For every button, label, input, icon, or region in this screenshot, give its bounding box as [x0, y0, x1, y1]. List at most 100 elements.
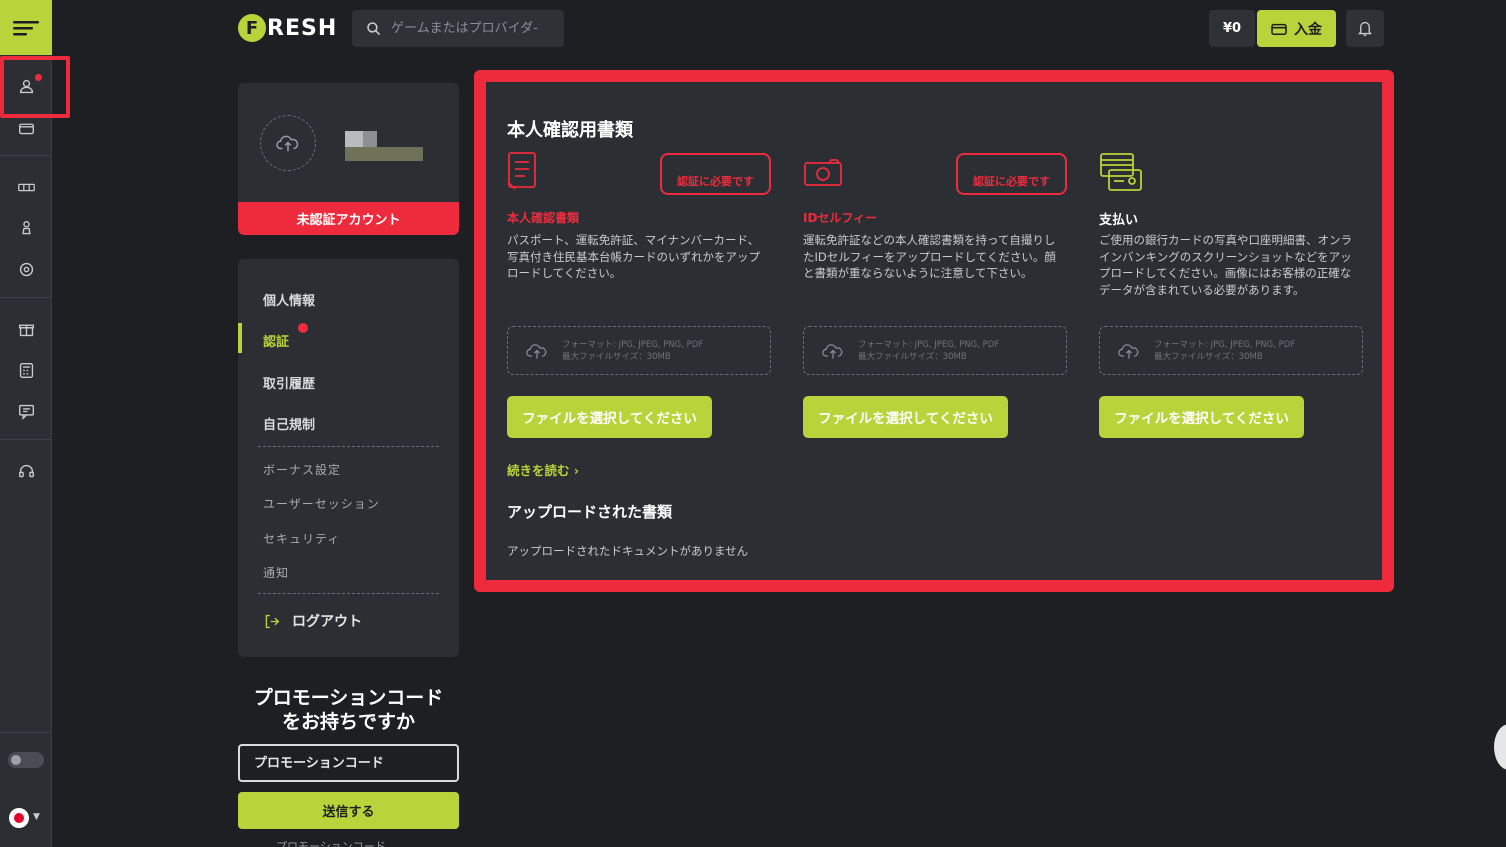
dropzone-format: フォーマット: JPG, JPEG, PNG, PDF [562, 339, 704, 350]
nav-notifications[interactable]: 通知 [263, 564, 289, 581]
chat-widget-button[interactable] [1494, 724, 1506, 770]
logout-label: ログアウト [292, 614, 362, 630]
promo-title: プロモーションコード をお持ちですか [238, 686, 459, 734]
rail-divider [0, 732, 52, 733]
logo-mark: F [238, 14, 266, 42]
page-title: 本人確認用書類 [507, 120, 633, 141]
slot-machine-icon [17, 183, 35, 191]
wallet-rail-button[interactable] [0, 114, 52, 142]
read-more-link[interactable]: 続きを読む › [507, 460, 579, 479]
dropzone-info: フォーマット: JPG, JPEG, PNG, PDF 最大ファイルサイズ：30… [1154, 339, 1295, 363]
active-indicator [238, 323, 242, 353]
news-rail-button[interactable] [0, 397, 52, 425]
avatar-upload[interactable] [260, 115, 316, 171]
promo-title-line1: プロモーションコード [253, 687, 444, 709]
promo-footer-text: プロモーションコード... [276, 840, 397, 847]
deposit-label: 入金 [1294, 21, 1322, 38]
blurred-username [345, 131, 423, 163]
rail-highlight-frame [0, 56, 70, 118]
cloud-upload-icon [526, 343, 547, 359]
column-description: パスポート、運転免許証、マイナンバーカード、写真付き住民基本台帳カードのいずれか… [507, 233, 760, 280]
uploaded-documents-empty: アップロードされたドキュメントがありません [507, 544, 749, 558]
language-flag-icon[interactable] [9, 808, 29, 828]
column-description: ご使用の銀行カードの写真や口座明細書、オンラインバンキングのスクリーンショットな… [1099, 233, 1352, 297]
dropzone-format: フォーマット: JPG, JPEG, PNG, PDF [1154, 339, 1296, 350]
logo-text: RESH [267, 15, 338, 41]
nav-verification[interactable]: 認証 [263, 331, 289, 350]
wallet-icon [1271, 23, 1287, 35]
chat-board-icon [18, 404, 34, 420]
required-badge: 認証に必要です [956, 153, 1067, 195]
balance-display[interactable]: ¥0 [1209, 10, 1255, 47]
support-rail-button[interactable] [0, 457, 52, 485]
nav-self-exclusion[interactable]: 自己規制 [263, 414, 315, 433]
logout-button[interactable]: ログアウト [263, 611, 362, 631]
choose-file-button[interactable]: ファイルを選択してください [803, 396, 1008, 438]
file-dropzone[interactable]: フォーマット: JPG, JPEG, PNG, PDF 最大ファイルサイズ：30… [1099, 326, 1363, 375]
nav-personal-info[interactable]: 個人情報 [263, 290, 315, 309]
gift-icon [18, 324, 34, 336]
nav-transaction-history[interactable]: 取引履歴 [263, 373, 315, 392]
account-sidenav: 個人情報 認証 取引履歴 自己規制 ボーナス設定 ユーザーセッション セキュリテ… [238, 259, 459, 657]
dropzone-size: 最大ファイルサイズ：30MB [1154, 351, 1263, 362]
ball-icon [19, 262, 33, 276]
nav-divider [258, 593, 439, 594]
nav-divider [258, 446, 439, 447]
site-logo[interactable]: F RESH [238, 14, 337, 42]
slots-rail-button[interactable] [0, 173, 52, 201]
dropzone-format: フォーマット: JPG, JPEG, PNG, PDF [858, 339, 1000, 350]
column-heading: 本人確認書類 [507, 211, 580, 225]
promo-title-line2: をお持ちですか [281, 711, 415, 733]
sports-rail-button[interactable] [0, 255, 52, 283]
file-dropzone[interactable]: フォーマット: JPG, JPEG, PNG, PDF 最大ファイルサイズ：30… [803, 326, 1067, 375]
rail-divider [0, 155, 52, 156]
live-casino-rail-button[interactable] [0, 214, 52, 242]
rail-divider [0, 439, 52, 440]
menu-button[interactable] [0, 0, 52, 55]
column-heading: IDセルフィー [803, 211, 878, 225]
tournaments-rail-button[interactable] [0, 356, 52, 384]
required-badge: 認証に必要です [660, 153, 771, 195]
rail-divider [0, 297, 52, 298]
chess-pawn-icon [21, 220, 31, 234]
left-rail: ▼ [0, 0, 52, 847]
unverified-account-banner: 未認証アカウント [238, 202, 459, 235]
column-description: 運転免許証などの本人確認書類を持って自撮りしたIDセルフィーをアップロードしてく… [803, 233, 1056, 280]
file-dropzone[interactable]: フォーマット: JPG, JPEG, PNG, PDF 最大ファイルサイズ：30… [507, 326, 771, 375]
dropzone-info: フォーマット: JPG, JPEG, PNG, PDF 最大ファイルサイズ：30… [858, 339, 999, 363]
verification-alert-dot [298, 323, 308, 333]
search-input[interactable] [391, 21, 551, 36]
wallet-icon [18, 123, 34, 134]
calculator-icon [19, 362, 33, 378]
dropzone-size: 最大ファイルサイズ：30MB [858, 351, 967, 362]
chevron-down-icon[interactable]: ▼ [33, 812, 40, 822]
payment-card-icon [1099, 150, 1143, 196]
uploaded-documents-title: アップロードされた書類 [507, 503, 673, 521]
notifications-button[interactable] [1346, 10, 1384, 47]
logout-icon [265, 614, 280, 628]
promo-code-input[interactable] [238, 744, 459, 782]
search-box[interactable] [352, 10, 564, 47]
hamburger-icon [13, 20, 39, 35]
cloud-upload-icon [276, 135, 299, 152]
search-icon [367, 21, 381, 35]
cloud-upload-icon [1118, 343, 1139, 359]
headset-icon [18, 464, 34, 477]
promotions-rail-button[interactable] [0, 315, 52, 343]
dropzone-info: フォーマット: JPG, JPEG, PNG, PDF 最大ファイルサイズ：30… [562, 339, 703, 363]
dropzone-size: 最大ファイルサイズ：30MB [562, 351, 671, 362]
column-heading: 支払い [1099, 213, 1139, 228]
profile-card: 未認証アカウント [238, 83, 459, 235]
bell-icon [1358, 21, 1372, 36]
nav-user-sessions[interactable]: ユーザーセッション [263, 495, 380, 512]
document-icon [507, 150, 539, 196]
choose-file-button[interactable]: ファイルを選択してください [507, 396, 712, 438]
deposit-button[interactable]: 入金 [1257, 10, 1336, 47]
promo-submit-button[interactable]: 送信する [238, 792, 459, 829]
nav-bonus-settings[interactable]: ボーナス設定 [263, 461, 341, 478]
camera-icon [803, 158, 843, 192]
theme-toggle[interactable] [8, 752, 44, 768]
nav-security[interactable]: セキュリティ [263, 530, 340, 547]
choose-file-button[interactable]: ファイルを選択してください [1099, 396, 1304, 438]
cloud-upload-icon [822, 343, 843, 359]
